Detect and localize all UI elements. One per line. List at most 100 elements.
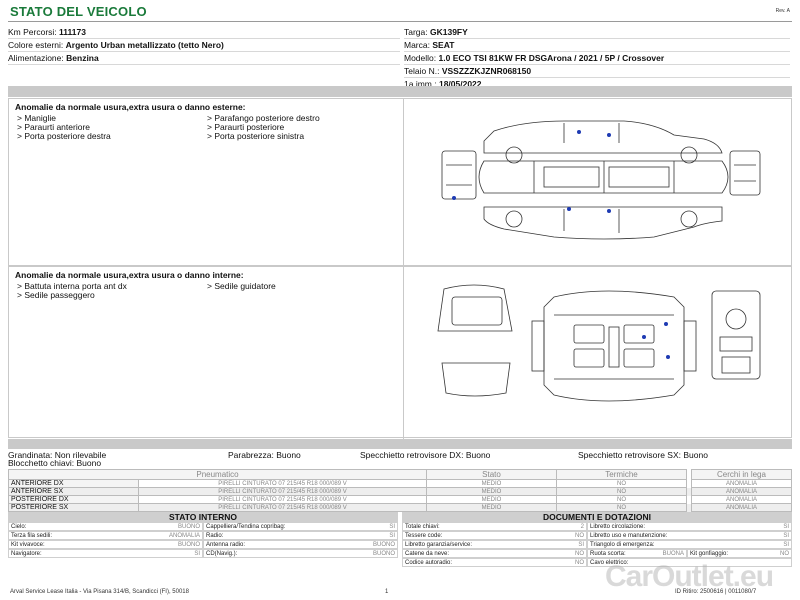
fuel-value: Benzina [66,53,99,63]
documents-cell: Libretto garanzia/service: SI [402,540,587,549]
external-damage-panel: Anomalie da normale usura,extra usura o … [8,98,793,267]
vehicle-info-left: Km Percorsi: 111173 Colore esterni: Arge… [8,26,400,65]
internal-damage-title: Anomalie da normale usura,extra usura o … [15,270,244,280]
external-damage-list: > Maniglie > Paraurti anteriore > Porta … [17,114,397,141]
tyre-status: MEDIO [426,479,557,488]
brand-value: SEAT [432,40,455,50]
table-row: POSTERIORE DX PIRELLI CINTURATO 07 215/4… [8,495,792,504]
internal-state-cell: Antenna radio: BUONO [203,540,398,549]
vin-value: VSSZZZKJZNR068150 [441,66,532,76]
vehicle-info-right: Targa: GK139FY Marca: SEAT Modello: 1.0 … [404,26,790,91]
color-label: Colore esterni: [8,40,64,50]
brand-row: Marca: SEAT [404,39,790,52]
tyre-thermal: NO [556,503,687,512]
interior-car-diagram [403,267,793,439]
tyre-status: MEDIO [426,503,557,512]
internal-state-cell: Navigatore: SI [8,549,203,558]
footer-id: ID Ritiro: 2500616 | 0011080/7 [675,589,757,595]
damage-item: > Sedile guidatore [207,281,276,291]
footer-company: Arval Service Lease Italia - Via Pisana … [10,589,189,595]
km-row: Km Percorsi: 111173 [8,26,400,39]
external-damage-col-2: > Parafango posteriore destro > Paraurti… [207,114,397,141]
tyre-model: PIRELLI CINTURATO 07 215/45 R18 000/089 … [138,479,427,488]
internal-damage-col-2: > Sedile guidatore [207,282,397,291]
tyre-position: ANTERIORE SX [8,487,139,496]
tyre-thermal: NO [556,479,687,488]
km-label: Km Percorsi: [8,27,57,37]
documents-cell: Catene da neve: NO [402,549,587,558]
internal-state-cell: Kit vivavoce: BUONO [8,540,203,549]
table-row: POSTERIORE SX PIRELLI CINTURATO 07 215/4… [8,503,792,512]
internal-state-grid: Cielo: BUONO Cappelliera/Tendina copribag… [8,522,398,558]
tyre-rims: ANOMALIA [691,487,792,496]
internal-state-header: STATO INTERNO [8,512,398,522]
mirror-sx-status: Specchietto retrovisore SX: Buono [578,450,708,460]
km-value: 111173 [59,27,86,37]
mirror-dx-status: Specchietto retrovisore DX: Buono [360,450,491,460]
revision-label: Rev. A [775,8,790,14]
damage-item: > Porta posteriore destra [17,131,111,141]
tyre-position: POSTERIORE SX [8,503,139,512]
vin-label: Telaio N.: [404,66,440,76]
tyre-status: MEDIO [426,487,557,496]
section-separator [8,439,792,449]
tyres-table: Pneumatico Stato Termiche Cerchi in lega… [8,469,792,512]
tyres-header-thermal: Termiche [556,469,687,480]
tyres-header-rims: Cerchi in lega [691,469,792,480]
documents-cell: Libretto circolazione: SI [587,522,792,531]
damage-item: > Sedile passeggero [17,290,95,300]
page-title: STATO DEL VEICOLO [10,4,147,19]
color-value: Argento Urban metallizzato (tetto Nero) [65,40,224,50]
internal-damage-panel: Anomalie da normale usura,extra usura o … [8,266,793,439]
table-row: ANTERIORE SX PIRELLI CINTURATO 07 215/45… [8,487,792,496]
plate-value: GK139FY [430,27,468,37]
model-row: Modello: 1.0 ECO TSI 81KW FR DSGArona / … [404,52,790,65]
parabrezza-status: Parabrezza: Buono [228,450,301,460]
documents-cell: Ruota scorta: BUONA [587,549,687,558]
color-row: Colore esterni: Argento Urban metallizza… [8,39,400,52]
documents-cell: Libretto uso e manutenzione: SI [587,531,792,540]
plate-row: Targa: GK139FY [404,26,790,39]
footer-page-number: 1 [385,589,389,595]
section-separator [8,86,792,97]
documents-cell: Tessere code: NO [402,531,587,540]
tyre-model: PIRELLI CINTURATO 07 215/45 R18 000/089 … [138,487,427,496]
fuel-row: Alimentazione: Benzina [8,52,400,65]
documents-header: DOCUMENTI E DOTAZIONI [402,512,792,522]
internal-state-cell: CD(Navig.): BUONO [203,549,398,558]
tyre-rims: ANOMALIA [691,503,792,512]
tyres-header-tyre: Pneumatico [8,469,427,480]
tyre-thermal: NO [556,495,687,504]
documents-cell: Codice autoradio: NO [402,558,587,567]
documents-cell: Kit gonfiaggio: NO [687,549,792,558]
title-divider [8,21,792,22]
internal-damage-col-1: > Battuta interna porta ant dx > Sedile … [17,282,207,300]
model-value: 1.0 ECO TSI 81KW FR DSGArona / 2021 / 5P… [438,53,665,63]
documents-cell: Triangolo di emergenza: SI [587,540,792,549]
documents-cell: Totale chiavi: 2 [402,522,587,531]
tyre-model: PIRELLI CINTURATO 07 215/45 R18 000/089 … [138,503,427,512]
exterior-car-diagram [403,99,793,267]
car-exterior-icon [441,120,761,240]
tyre-rims: ANOMALIA [691,479,792,488]
plate-label: Targa: [404,27,428,37]
car-interior-icon [437,284,761,402]
internal-state-cell: Radio: SI [203,531,398,540]
internal-state-cell: Cappelliera/Tendina copribag: SI [203,522,398,531]
tyre-model: PIRELLI CINTURATO 07 215/45 R18 000/089 … [138,495,427,504]
model-label: Modello: [404,53,437,63]
vin-row: Telaio N.: VSSZZZKJZNR068150 [404,65,790,78]
internal-state-cell: Cielo: BUONO [8,522,203,531]
tyres-header-row: Pneumatico Stato Termiche Cerchi in lega [8,469,792,480]
external-damage-title: Anomalie da normale usura,extra usura o … [15,102,246,112]
tyre-position: ANTERIORE DX [8,479,139,488]
internal-damage-list: > Battuta interna porta ant dx > Sedile … [17,282,397,300]
internal-state-cell: Terza fila sedili: ANOMALIA [8,531,203,540]
brand-label: Marca: [404,40,430,50]
damage-item: > Porta posteriore sinistra [207,131,305,141]
tyre-position: POSTERIORE DX [8,495,139,504]
tyre-rims: ANOMALIA [691,495,792,504]
tyre-status: MEDIO [426,495,557,504]
fuel-label: Alimentazione: [8,53,64,63]
tyres-header-status: Stato [426,469,557,480]
